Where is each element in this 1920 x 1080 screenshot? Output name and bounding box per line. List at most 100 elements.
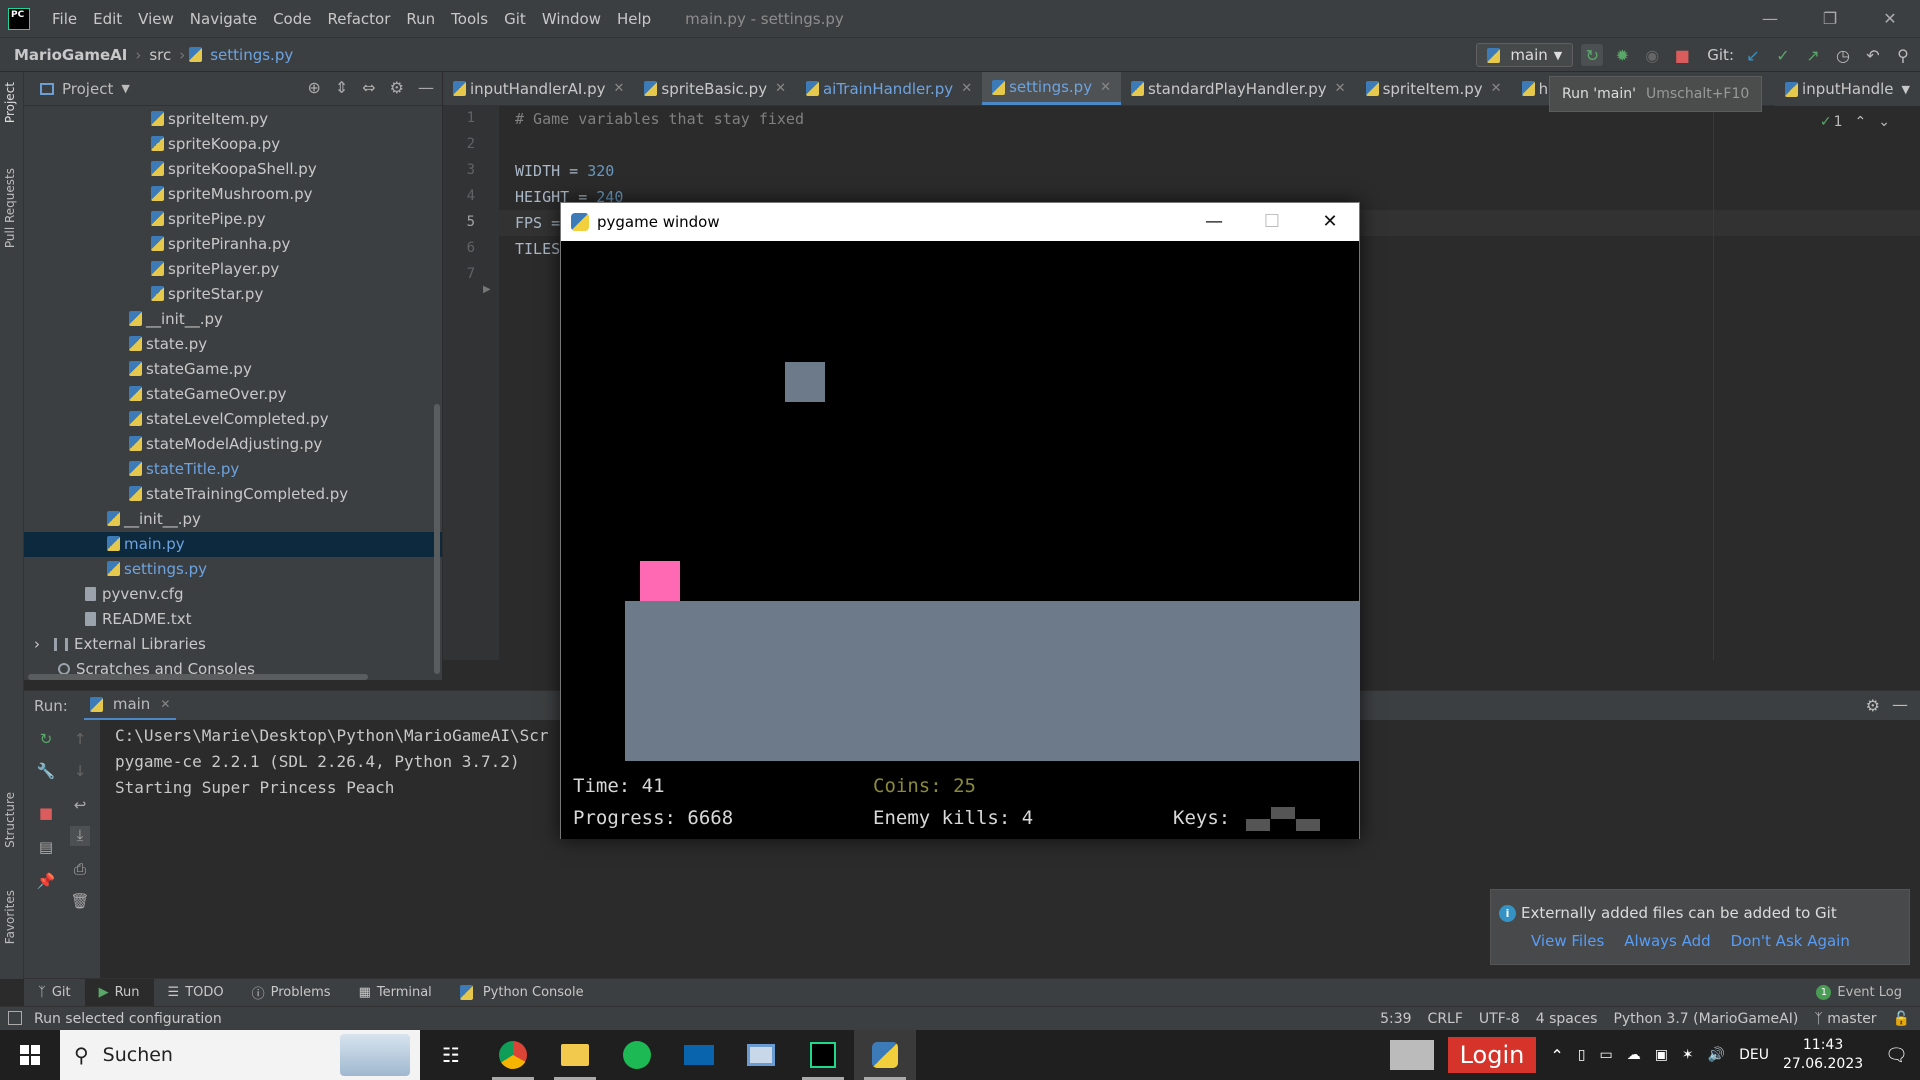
pygame-titlebar[interactable]: pygame window — ☐ ✕	[561, 203, 1359, 241]
menu-run[interactable]: Run	[398, 10, 443, 28]
chevron-down-icon[interactable]: ⌄	[1878, 114, 1890, 130]
tab-problems[interactable]: ⓘ Problems	[238, 979, 345, 1007]
event-log-button[interactable]: 1 Event Log	[1816, 985, 1902, 1000]
tab-python-console[interactable]: Python Console	[446, 979, 598, 1007]
structure-tool-tab[interactable]: Structure	[3, 792, 17, 848]
volume-icon[interactable]: 🔊	[1708, 1047, 1725, 1063]
tab-spritebasic[interactable]: spriteBasic.py ✕	[634, 72, 796, 105]
lock-icon[interactable]: 🔓	[1893, 1011, 1910, 1027]
tab-aitrainhandler[interactable]: aiTrainHandler.py ✕	[796, 72, 982, 105]
chevron-right-icon[interactable]: ›	[34, 635, 40, 653]
taskbar-app-chrome[interactable]	[482, 1030, 544, 1080]
taskbar-search[interactable]: ⚲ Suchen	[60, 1030, 420, 1080]
menu-edit[interactable]: Edit	[85, 10, 130, 28]
tab-todo[interactable]: ☰ TODO	[154, 979, 238, 1007]
tree-item[interactable]: spriteMushroom.py	[151, 182, 313, 207]
menu-refactor[interactable]: Refactor	[319, 10, 398, 28]
login-button[interactable]: Login	[1447, 1037, 1537, 1073]
tree-item[interactable]: spritePlayer.py	[151, 257, 279, 282]
expand-all-icon[interactable]: ⇕	[335, 78, 348, 97]
hide-icon[interactable]: —	[1892, 695, 1908, 714]
always-add-link[interactable]: Always Add	[1624, 932, 1710, 950]
breadcrumb-project[interactable]: MarioGameAI	[0, 46, 131, 64]
tab-spriteitem[interactable]: spriteItem.py ✕	[1356, 72, 1512, 105]
favorites-tool-tab[interactable]: Favorites	[3, 890, 17, 944]
stop-icon[interactable]: ■	[1671, 44, 1693, 66]
dont-ask-again-link[interactable]: Don't Ask Again	[1731, 932, 1850, 950]
git-commit-icon[interactable]: ✓	[1772, 44, 1794, 66]
taskbar-app-spotify[interactable]	[606, 1030, 668, 1080]
tree-item[interactable]: › External Libraries	[34, 632, 206, 657]
menu-view[interactable]: View	[130, 10, 182, 28]
menu-code[interactable]: Code	[265, 10, 319, 28]
tree-item[interactable]: stateGame.py	[129, 357, 252, 382]
close-tab-icon[interactable]: ✕	[1491, 81, 1502, 96]
tree-item[interactable]: stateLevelCompleted.py	[129, 407, 329, 432]
tree-item[interactable]: stateGameOver.py	[129, 382, 287, 407]
tree-item[interactable]: stateTrainingCompleted.py	[129, 482, 348, 507]
cloud-icon[interactable]: ☁	[1627, 1047, 1641, 1063]
maximize-icon[interactable]: ☐	[1243, 203, 1301, 241]
tree-item[interactable]: spriteKoopa.py	[151, 132, 280, 157]
layout-icon[interactable]: ▤	[36, 838, 56, 858]
git-push-icon[interactable]: ↗	[1802, 44, 1824, 66]
indent-setting[interactable]: 4 spaces	[1536, 1011, 1598, 1027]
tab-inputhandle[interactable]: inputHandle ▼	[1775, 72, 1920, 106]
wrench-icon[interactable]: 🔧	[36, 762, 56, 782]
rerun-icon[interactable]: ↻	[36, 730, 56, 750]
clock[interactable]: 11:43 27.06.2023	[1783, 1036, 1863, 1074]
tree-item[interactable]: spritePiranha.py	[151, 232, 290, 257]
tree-item[interactable]: pyvenv.cfg	[85, 582, 184, 607]
pin-icon[interactable]: 📌	[36, 872, 56, 892]
collapse-all-icon[interactable]: ⇔	[362, 78, 375, 97]
rollback-icon[interactable]: ↶	[1862, 44, 1884, 66]
tab-git[interactable]: ᛉ Git	[24, 979, 85, 1007]
menu-file[interactable]: File	[44, 10, 85, 28]
taskbar-app-explorer[interactable]	[544, 1030, 606, 1080]
mail-widget-icon[interactable]	[1389, 1040, 1434, 1070]
panel-toggle-icon[interactable]	[8, 1011, 22, 1025]
file-encoding[interactable]: UTF-8	[1479, 1011, 1520, 1027]
close-tab-icon[interactable]: ✕	[1335, 81, 1346, 96]
language-indicator[interactable]: DEU	[1739, 1047, 1769, 1063]
scroll-to-end-icon[interactable]: ⤓	[70, 826, 90, 846]
arrow-up-icon[interactable]: ↑	[70, 730, 90, 750]
network-icon[interactable]: ▣	[1655, 1047, 1668, 1063]
menu-git[interactable]: Git	[496, 10, 534, 28]
tree-item[interactable]: spriteStar.py	[151, 282, 263, 307]
tree-item-selected[interactable]: main.py	[24, 532, 442, 557]
git-update-icon[interactable]: ↙	[1742, 44, 1764, 66]
minimize-icon[interactable]: —	[1740, 0, 1800, 37]
tab-inputhandlerai[interactable]: inputHandlerAI.py ✕	[443, 72, 634, 105]
gear-icon[interactable]: ⚙	[1866, 696, 1880, 715]
tree-item[interactable]: __init__.py	[107, 507, 201, 532]
tree-item[interactable]: settings.py	[107, 557, 207, 582]
chevron-down-icon[interactable]: ▼	[121, 82, 129, 95]
chevron-up-icon[interactable]: ⌃	[1855, 114, 1867, 130]
history-icon[interactable]: ◷	[1832, 44, 1854, 66]
print-icon[interactable]: ⎙	[70, 860, 90, 880]
project-view-selector[interactable]: Project	[62, 80, 113, 98]
chevron-up-icon[interactable]: ⌃	[1550, 1046, 1563, 1065]
close-tab-icon[interactable]: ✕	[961, 81, 972, 96]
device-icon[interactable]: ▯	[1578, 1047, 1586, 1063]
rerun-icon[interactable]: ↻	[1581, 44, 1604, 66]
menu-window[interactable]: Window	[534, 10, 609, 28]
close-icon[interactable]: ✕	[1860, 0, 1920, 37]
trash-icon[interactable]: 🗑	[70, 892, 90, 912]
tree-item[interactable]: __init__.py	[129, 307, 223, 332]
taskbar-app-mail[interactable]	[668, 1030, 730, 1080]
view-files-link[interactable]: View Files	[1531, 932, 1604, 950]
python-interpreter[interactable]: Python 3.7 (MarioGameAI)	[1613, 1011, 1798, 1027]
menu-help[interactable]: Help	[609, 10, 659, 28]
caret-position[interactable]: 5:39	[1380, 1011, 1411, 1027]
close-tab-icon[interactable]: ✕	[614, 81, 625, 96]
breadcrumb-folder[interactable]: src	[145, 46, 175, 64]
taskbar-app-python[interactable]	[854, 1030, 916, 1080]
task-view-button[interactable]: ☷	[420, 1030, 482, 1080]
game-canvas[interactable]: Time: 41 Coins: 25 Progress: 6668 Enemy …	[561, 241, 1359, 839]
git-branch-widget[interactable]: ᛉ master	[1814, 1011, 1876, 1027]
taskbar-app-remote[interactable]	[730, 1030, 792, 1080]
hide-icon[interactable]: —	[418, 78, 434, 97]
tree-item[interactable]: stateTitle.py	[129, 457, 239, 482]
